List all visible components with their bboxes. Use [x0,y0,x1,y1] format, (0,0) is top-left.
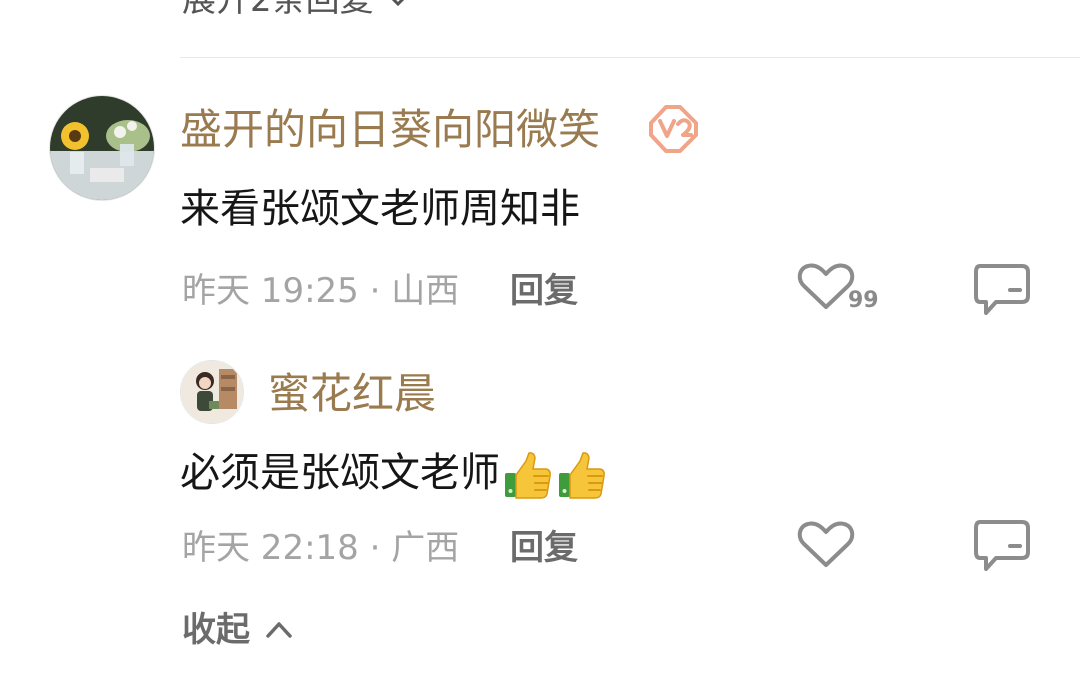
heart-icon [797,263,855,309]
chevron-up-icon [266,622,292,638]
avatar[interactable] [180,360,244,424]
comment-bubble-icon [974,520,1030,571]
thumbs-up-emoji-icon [505,452,551,499]
expand-replies-link[interactable]: 展开2条回复 [182,0,410,22]
comment-text-body: 必须是张颂文老师 [180,450,500,496]
like-button[interactable]: 99 [796,262,888,318]
thumbs-up-emoji-icon [559,452,605,499]
comment-username[interactable]: 蜜花红晨 [268,368,436,420]
like-button[interactable] [796,520,856,572]
collapse-label: 收起 [182,610,250,650]
comment-action-button[interactable] [972,518,1032,574]
comment-time: 昨天 22:18 [182,528,359,568]
avatar[interactable] [49,95,155,201]
reply-button[interactable]: 回复 [510,527,578,569]
avatar-image [181,361,243,423]
comment-text: 来看张颂文老师周知非 [180,186,580,232]
avatar-image [50,96,154,200]
collapse-replies-link[interactable]: 收起 [182,608,294,652]
comment-location: 山西 [391,271,460,311]
meta-separator: · [358,528,392,568]
comment-username[interactable]: 盛开的向日葵向阳微笑 [180,104,600,156]
comment-time: 昨天 19:25 [182,271,359,311]
like-count: 99 [848,288,879,313]
comment-meta: 昨天 19:25 · 山西 [182,270,459,312]
v2-badge-icon [646,104,702,158]
comment-text: 必须是张颂文老师 [180,448,608,501]
comment-bubble-icon [974,264,1030,315]
meta-separator: · [358,271,392,311]
chevron-down-icon [391,0,404,7]
comment-meta: 昨天 22:18 · 广西 [182,527,459,569]
reply-button[interactable]: 回复 [510,270,578,312]
comment-location: 广西 [391,528,460,568]
expand-replies-label: 展开2条回复 [182,0,374,20]
comment-action-button[interactable] [972,262,1032,318]
divider [180,57,1080,58]
heart-icon [797,521,855,567]
